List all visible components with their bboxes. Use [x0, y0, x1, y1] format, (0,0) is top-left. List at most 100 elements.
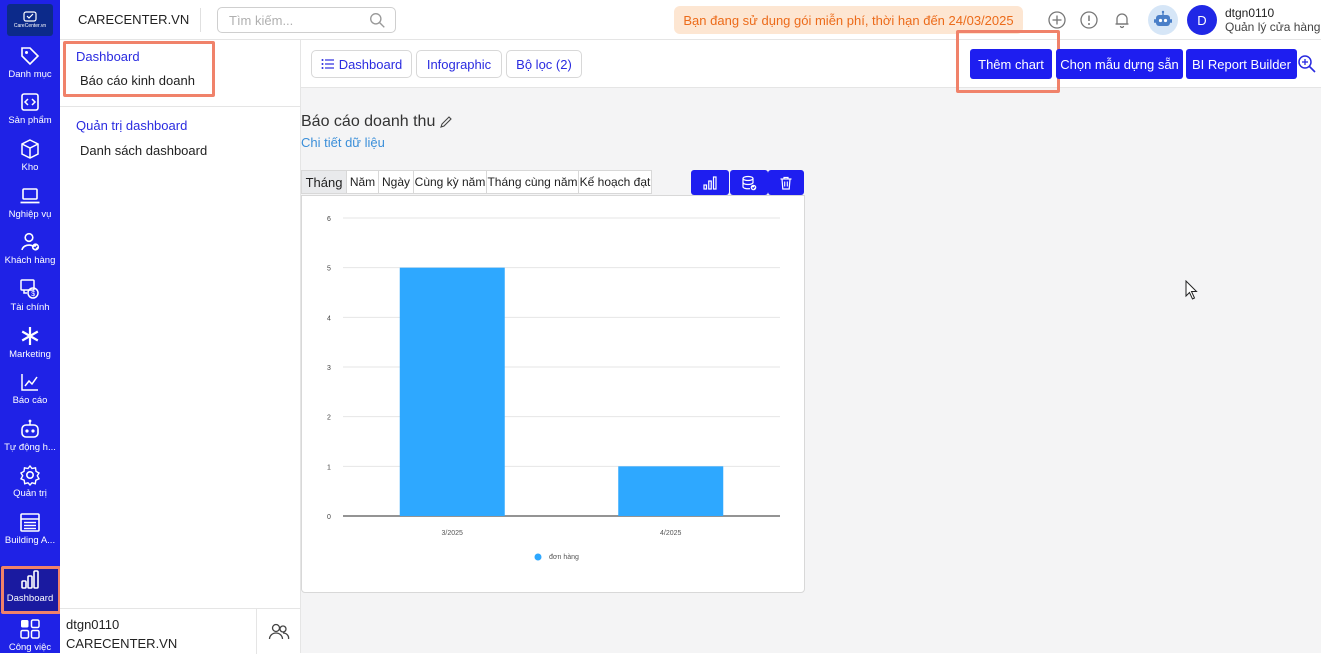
bar: [399, 267, 505, 516]
rail-item-kh-ch-h-ng[interactable]: Khách hàng: [0, 228, 60, 274]
rail-item-label: Danh mục: [8, 69, 52, 80]
period-tabs: Tháng Năm Ngày Cùng kỳ năm Tháng cùng nă…: [301, 170, 652, 194]
rail-item-nghi-p-v[interactable]: Nghiệp vụ: [0, 182, 60, 228]
y-tick-label: 5: [327, 266, 331, 273]
bell-icon[interactable]: [1112, 10, 1132, 30]
rail-item-qu-n-tr[interactable]: Quản trị: [0, 461, 60, 507]
dashboard-highlight-box: [1, 566, 61, 614]
tab-cung-ky-nam[interactable]: Cùng kỳ năm: [414, 170, 487, 194]
main-content: Dashboard Infographic Bộ lọc (2) Thêm ch…: [301, 30, 1321, 653]
rail-item-danh-m-c[interactable]: Danh mục: [0, 42, 60, 88]
avatar[interactable]: D: [1187, 5, 1217, 35]
rail-item-marketing[interactable]: Marketing: [0, 322, 60, 368]
dashboard-view-button[interactable]: Dashboard: [311, 50, 412, 78]
zoom-in-icon[interactable]: [1297, 54, 1317, 74]
rail-item-label: Báo cáo: [12, 395, 48, 406]
dashboard-view-label: Dashboard: [338, 56, 403, 72]
y-tick-label: 0: [327, 514, 331, 521]
y-tick-label: 4: [327, 315, 331, 322]
tab-ngay[interactable]: Ngày: [379, 170, 414, 194]
user-name[interactable]: dtgn0110: [1225, 6, 1274, 20]
delete-chart-button[interactable]: [768, 170, 804, 195]
rail-item-label: Marketing: [9, 349, 51, 360]
trash-icon: [780, 176, 792, 190]
list-icon: [321, 59, 334, 69]
search-box: [217, 7, 396, 33]
app-logo[interactable]: CareCenter.vn: [7, 4, 53, 36]
rail-item-s-n-ph-m[interactable]: Sản phẩm: [0, 88, 60, 134]
rail-item-label: Nghiệp vụ: [8, 209, 52, 220]
robot-icon: [21, 419, 39, 438]
rail-item-label: Khách hàng: [4, 255, 56, 266]
rail-item-label: Tự động h...: [4, 442, 56, 453]
svg-text:$: $: [31, 291, 35, 298]
tag-icon: [21, 47, 40, 66]
add-chart-highlight-box: [956, 30, 1060, 93]
add-icon[interactable]: [1047, 10, 1067, 30]
y-tick-label: 6: [327, 216, 331, 223]
rail-item-label: Kho: [21, 162, 39, 173]
search-icon[interactable]: [369, 12, 386, 29]
code-icon: [21, 93, 39, 111]
sidebar-item-danh-sach-dashboard[interactable]: Danh sách dashboard: [80, 143, 207, 158]
footer-org-name: CARECENTER.VN: [66, 636, 178, 651]
rail-item-c-ng-vi-c[interactable]: Công việc: [0, 615, 60, 661]
footer-user-name: dtgn0110: [66, 617, 120, 632]
brand-name: CARECENTER.VN: [78, 12, 190, 27]
rail-item-label: Tài chính: [10, 302, 50, 313]
report-title: Báo cáo doanh thu: [301, 113, 453, 131]
top-bar: CARECENTER.VN Bạn đang sử dụng gói miễn …: [60, 0, 1321, 40]
tab-thang[interactable]: Tháng: [301, 170, 347, 194]
left-nav-rail: CareCenter.vn Danh mục Sản phẩm Kho Nghiệp …: [0, 0, 61, 653]
sidebar-footer: dtgn0110 CARECENTER.VN: [60, 608, 300, 654]
line-chart-icon: [21, 374, 38, 391]
chatbot-button[interactable]: [1148, 5, 1178, 35]
bi-report-builder-button[interactable]: BI Report Builder: [1186, 49, 1297, 79]
y-tick-label: 3: [327, 365, 331, 372]
gear-icon: [20, 464, 40, 486]
rail-item-t-ng-h[interactable]: Tự động h...: [0, 415, 60, 461]
tab-ke-hoach-dat[interactable]: Kế hoạch đạt: [579, 170, 652, 194]
search-input[interactable]: [218, 8, 358, 32]
legend-marker: [534, 553, 542, 561]
laptop-icon: [20, 188, 40, 204]
users-icon: [268, 623, 289, 639]
detail-data-link[interactable]: Chi tiết dữ liệu: [301, 135, 385, 150]
tab-thang-cung-nam[interactable]: Tháng cùng năm: [487, 170, 579, 194]
tab-nam[interactable]: Năm: [347, 170, 379, 194]
infographic-button[interactable]: Infographic: [416, 50, 502, 78]
database-check-icon: [742, 175, 757, 190]
pencil-icon[interactable]: [439, 115, 453, 129]
data-source-button[interactable]: [730, 170, 768, 195]
asterisk-icon: [21, 327, 39, 345]
divider: [200, 8, 201, 32]
box-icon: [21, 139, 39, 159]
robot-icon: [1154, 10, 1172, 26]
sidebar-highlight-box: [63, 41, 215, 97]
rail-item-b-o-c-o[interactable]: Báo cáo: [0, 368, 60, 414]
divider: [60, 106, 300, 107]
finance-icon: $: [20, 279, 39, 299]
filter-button[interactable]: Bộ lọc (2): [506, 50, 582, 78]
rail-item-building-a[interactable]: Building A...: [0, 508, 60, 554]
bar-chart-icon: [703, 175, 717, 190]
dashboard-toolbar: Dashboard Infographic Bộ lọc (2) Thêm ch…: [301, 30, 1321, 93]
choose-template-button[interactable]: Chọn mẫu dựng sẵn: [1056, 49, 1183, 79]
info-icon[interactable]: [1079, 10, 1099, 30]
revenue-chart-card: 0 1 2 3 4 5 6 3/2025 4/2025 đơn hàng: [301, 195, 805, 593]
switch-account-button[interactable]: [256, 609, 300, 654]
rail-item-t-i-ch-nh[interactable]: $ Tài chính: [0, 275, 60, 321]
dashboard-sidebar: Dashboard Báo cáo kinh doanh Quản trị da…: [60, 40, 301, 654]
chart-type-button[interactable]: [691, 170, 729, 195]
rail-item-label: Sản phẩm: [8, 115, 52, 126]
logo-text: CareCenter.vn: [13, 23, 47, 29]
bar: [618, 466, 724, 516]
user-check-icon: [21, 232, 40, 251]
y-tick-label: 1: [327, 464, 331, 471]
sidebar-group-quan-tri-dashboard[interactable]: Quản trị dashboard: [76, 118, 187, 133]
rail-item-kho[interactable]: Kho: [0, 135, 60, 181]
y-tick-label: 2: [327, 415, 331, 422]
user-role: Quản lý cửa hàng: [1225, 20, 1321, 34]
x-tick-label: 4/2025: [660, 530, 682, 537]
report-title-text: Báo cáo doanh thu: [301, 113, 436, 130]
